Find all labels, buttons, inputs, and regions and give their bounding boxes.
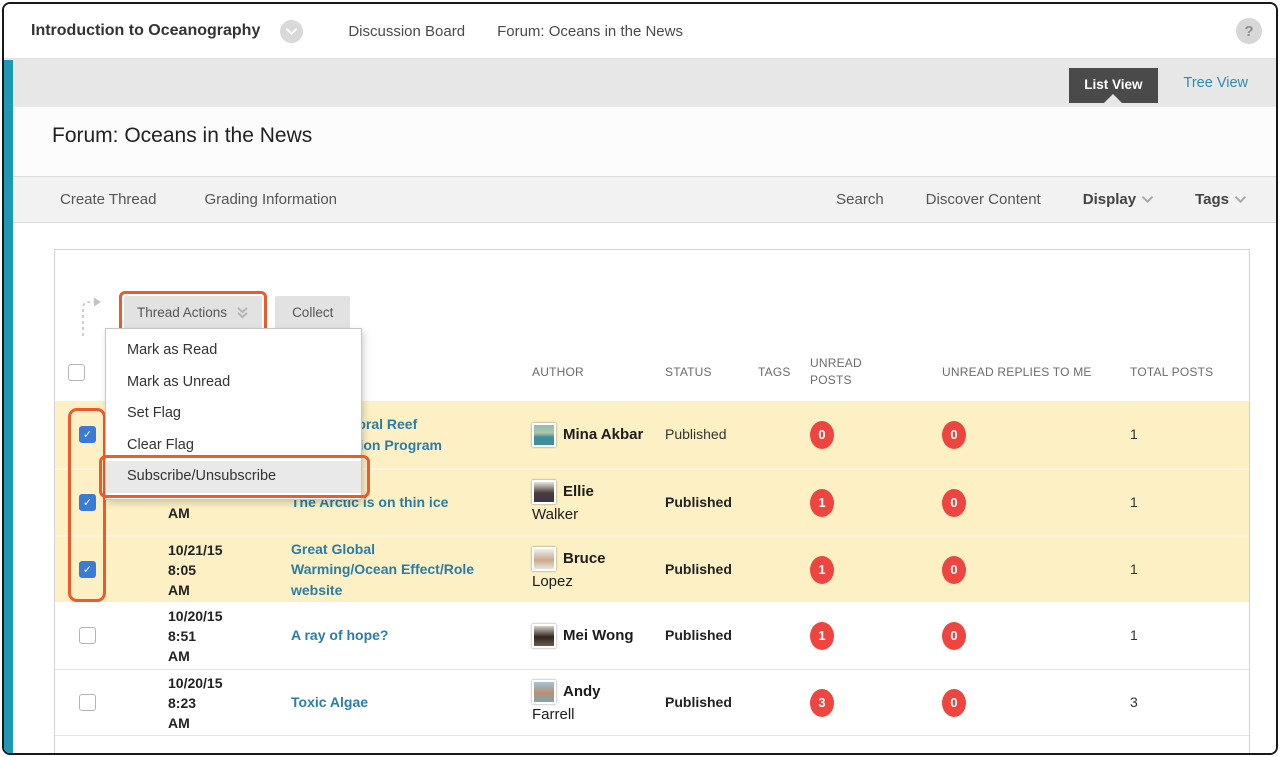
main-content: Thread Actions Collect AUTHOR S [4, 223, 1276, 755]
menu-item-mark-as-read[interactable]: Mark as Read [106, 335, 361, 367]
breadcrumb-discussion-board[interactable]: Discussion Board [348, 23, 465, 40]
row-checkbox[interactable]: ✓ [79, 561, 96, 578]
select-all-checkbox[interactable] [68, 364, 85, 381]
avatar [532, 547, 556, 571]
grading-information-button[interactable]: Grading Information [204, 191, 337, 208]
course-menu-chevron-icon[interactable] [280, 20, 303, 43]
menu-item-mark-as-unread[interactable]: Mark as Unread [106, 367, 361, 399]
heading-section: Forum: Oceans in the News [4, 107, 1276, 176]
thread-actions-menu: Mark as Read Mark as Unread Set Flag Cle… [105, 328, 362, 500]
view-tabs-band: List View Tree View [4, 59, 1276, 107]
status-label: Published [665, 561, 732, 577]
unread-replies-badge: 0 [942, 489, 966, 517]
avatar [532, 480, 556, 504]
avatar [532, 423, 556, 447]
table-row: 10/20/15 8:51 AM A ray of hope? Mei Wong… [55, 602, 1249, 669]
unread-replies-badge: 0 [942, 622, 966, 650]
top-bar: Introduction to Oceanography Discussion … [4, 4, 1276, 59]
left-edge-strip [4, 60, 13, 753]
unread-posts-badge: 1 [810, 622, 834, 650]
row-checkbox[interactable]: ✓ [79, 426, 96, 443]
header-unread-replies[interactable]: UNREAD REPLIES TO ME [885, 364, 1095, 381]
avatar [532, 624, 556, 648]
help-button[interactable]: ? [1236, 18, 1262, 44]
unread-posts-badge: 1 [810, 489, 834, 517]
thread-author: Ellie Walker [486, 480, 660, 525]
thread-actions-button[interactable]: Thread Actions [124, 296, 262, 329]
status-label: Published [665, 494, 732, 510]
total-posts-value: 1 [1130, 426, 1138, 442]
double-chevron-down-icon [236, 306, 249, 319]
thread-date: 10/21/15 8:05 AM [111, 540, 241, 600]
search-button[interactable]: Search [836, 191, 884, 208]
course-title: Introduction to Oceanography [31, 22, 260, 40]
header-checkbox-cell [55, 364, 111, 381]
thread-date: 10/20/15 8:23 AM [111, 673, 241, 733]
table-row: 10/20/15 8:23 AM Toxic Algae Andy Farrel… [55, 669, 1249, 736]
unread-replies-badge: 0 [942, 689, 966, 717]
total-posts-value: 1 [1130, 494, 1138, 510]
collect-button[interactable]: Collect [275, 296, 350, 329]
header-status[interactable]: STATUS [660, 365, 745, 379]
header-unread-posts[interactable]: UNREAD POSTS [775, 355, 885, 389]
header-tags[interactable]: TAGS [745, 365, 775, 379]
discover-content-button[interactable]: Discover Content [926, 191, 1041, 208]
menu-item-subscribe-unsubscribe[interactable]: Subscribe/Unsubscribe [106, 461, 361, 493]
table-row: ✓ 10/21/15 8:05 AM Great Global Warming/… [55, 535, 1249, 602]
create-thread-button[interactable]: Create Thread [60, 191, 156, 208]
menu-item-set-flag[interactable]: Set Flag [106, 398, 361, 430]
page-title: Forum: Oceans in the News [4, 107, 1276, 148]
screenshot-frame: Introduction to Oceanography Discussion … [2, 2, 1278, 755]
thread-list-card: Thread Actions Collect AUTHOR S [54, 249, 1250, 755]
status-label: Published [665, 694, 732, 710]
selection-arrow-icon [79, 296, 105, 338]
tags-label: Tags [1195, 191, 1229, 208]
total-posts-value: 3 [1130, 694, 1138, 710]
avatar [532, 680, 556, 704]
display-label: Display [1083, 191, 1136, 208]
thread-author: Andy Farrell [486, 680, 660, 725]
action-bar-right: Search Discover Content Display Tags [836, 191, 1246, 208]
unread-replies-badge: 0 [942, 421, 966, 449]
action-bar: Create Thread Grading Information Search… [4, 176, 1276, 223]
thread-author: Bruce Lopez [486, 547, 660, 592]
row-checkbox[interactable] [79, 694, 96, 711]
chevron-down-icon [286, 28, 297, 35]
row-checkbox[interactable] [79, 627, 96, 644]
breadcrumb-forum: Forum: Oceans in the News [497, 23, 683, 40]
tab-tree-view[interactable]: Tree View [1184, 75, 1248, 91]
row-checkbox[interactable]: ✓ [79, 494, 96, 511]
tags-dropdown[interactable]: Tags [1195, 191, 1246, 208]
thread-author: Mina Akbar [486, 423, 660, 447]
total-posts-value: 1 [1130, 627, 1138, 643]
thread-date: 10/20/15 8:51 AM [111, 606, 241, 666]
action-bar-left: Create Thread Grading Information [60, 191, 337, 208]
thread-author: Mei Wong [486, 624, 660, 648]
status-label: Published [665, 426, 727, 442]
display-dropdown[interactable]: Display [1083, 191, 1153, 208]
thread-link[interactable]: Toxic Algae [291, 694, 368, 710]
unread-replies-badge: 0 [942, 556, 966, 584]
unread-posts-badge: 0 [810, 421, 834, 449]
menu-item-clear-flag[interactable]: Clear Flag [106, 430, 361, 462]
header-total-posts[interactable]: TOTAL POSTS [1095, 364, 1249, 381]
status-label: Published [665, 627, 732, 643]
header-author[interactable]: AUTHOR [486, 365, 660, 379]
chevron-down-icon [1142, 196, 1153, 203]
thread-actions-label: Thread Actions [137, 305, 227, 320]
thread-link[interactable]: A ray of hope? [291, 627, 389, 643]
thread-link[interactable]: Great Global Warming/Ocean Effect/Role w… [291, 541, 474, 598]
chevron-down-icon [1235, 196, 1246, 203]
tab-list-view[interactable]: List View [1069, 68, 1157, 103]
unread-posts-badge: 1 [810, 556, 834, 584]
unread-posts-badge: 3 [810, 689, 834, 717]
total-posts-value: 1 [1130, 561, 1138, 577]
